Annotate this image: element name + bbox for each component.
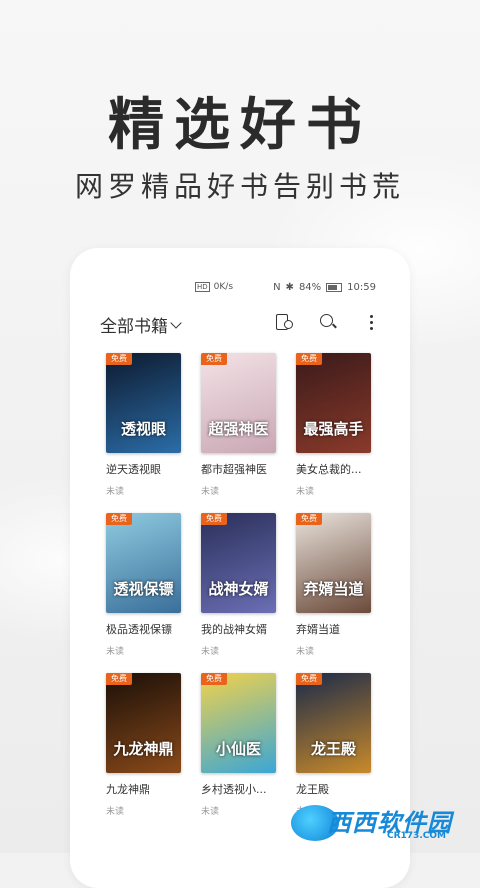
hd-signal-icon: HD [195,282,210,292]
bluetooth-icon: ✱ [285,282,294,293]
free-badge: 免费 [201,673,227,685]
battery-percent: 84% [298,282,322,293]
watermark-url: CR173.COM [387,831,446,841]
book-cover[interactable]: 免费 透视眼 [106,353,181,453]
hero-title: 精选好书 [108,92,372,158]
hero-subtitle: 网罗精品好书告别书荒 [74,170,405,203]
book-title: 龙王殿 [296,783,329,796]
cover-title: 九龙神鼎 [113,740,174,758]
book-item[interactable]: 免费 战神女婿 我的战神女婿 未读 [201,513,276,663]
book-cover[interactable]: 免费 最强高手 [296,353,371,453]
book-cover[interactable]: 免费 透视保镖 [106,513,181,613]
book-cover[interactable]: 免费 战神女婿 [201,513,276,613]
book-cover[interactable]: 免费 超强神医 [201,353,276,453]
read-status: 未读 [201,487,220,497]
cover-title: 透视保镖 [113,580,174,598]
book-item[interactable]: 免费 弃婿当道 弃婿当道 未读 [296,513,371,663]
read-status: 未读 [201,647,220,657]
bookshelf-manage-icon[interactable] [274,312,294,332]
free-badge: 免费 [106,353,132,365]
book-title: 逆天透视眼 [106,463,161,476]
book-filter-dropdown[interactable]: 全部书籍 [100,312,182,337]
free-badge: 免费 [106,673,132,685]
chevron-down-icon [170,316,182,329]
cover-title: 战神女婿 [208,580,269,598]
book-cover[interactable]: 免费 小仙医 [201,673,276,773]
toolbar-title: 全部书籍 [100,317,168,337]
cover-title: 透视眼 [120,420,166,438]
status-bar: HD 0K/s N ✱ 84% 10:59 [70,278,410,298]
cover-title: 小仙医 [215,740,261,758]
book-title: 极品透视保镖 [106,623,172,636]
free-badge: 免费 [296,353,322,365]
read-status: 未读 [296,487,315,497]
free-badge: 免费 [106,513,132,525]
cover-title: 龙王殿 [310,740,356,758]
more-icon[interactable] [362,312,382,332]
book-title: 我的战神女婿 [201,623,267,636]
book-cover[interactable]: 免费 九龙神鼎 [106,673,181,773]
book-title: 都市超强神医 [201,463,267,476]
read-status: 未读 [201,807,220,817]
search-icon[interactable] [318,312,338,332]
free-badge: 免费 [296,673,322,685]
book-item[interactable]: 免费 透视保镖 极品透视保镖 未读 [106,513,181,663]
read-status: 未读 [296,647,315,657]
book-item[interactable]: 免费 最强高手 美女总裁的... 未读 [296,353,371,503]
cover-title: 最强高手 [303,420,364,438]
read-status: 未读 [106,487,125,497]
book-title: 九龙神鼎 [106,783,150,796]
cover-title: 弃婿当道 [303,580,364,598]
book-item[interactable]: 免费 透视眼 逆天透视眼 未读 [106,353,181,503]
cover-title: 超强神医 [208,420,269,438]
book-item[interactable]: 免费 九龙神鼎 九龙神鼎 未读 [106,673,181,823]
toolbar: 全部书籍 [70,310,410,340]
battery-icon [326,283,343,292]
network-speed: 0K/s [213,282,234,292]
book-cover[interactable]: 免费 龙王殿 [296,673,371,773]
read-status: 未读 [106,807,125,817]
book-item[interactable]: 免费 小仙医 乡村透视小... 未读 [201,673,276,823]
book-cover[interactable]: 免费 弃婿当道 [296,513,371,613]
watermark: 西西软件园 CR173.COM [291,801,466,845]
nfc-icon: N [273,282,281,293]
book-title: 美女总裁的... [296,463,362,476]
free-badge: 免费 [296,513,322,525]
clock: 10:59 [347,282,376,293]
book-grid: 免费 透视眼 逆天透视眼 未读 免费 超强神医 都市超强神医 未读 免费 最强高… [106,353,371,823]
book-title: 弃婿当道 [296,623,340,636]
book-title: 乡村透视小... [201,783,267,796]
free-badge: 免费 [201,513,227,525]
phone-frame: HD 0K/s N ✱ 84% 10:59 全部书籍 免费 透视眼 逆天透视眼 … [70,248,410,888]
book-item[interactable]: 免费 超强神医 都市超强神医 未读 [201,353,276,503]
read-status: 未读 [106,647,125,657]
free-badge: 免费 [201,353,227,365]
